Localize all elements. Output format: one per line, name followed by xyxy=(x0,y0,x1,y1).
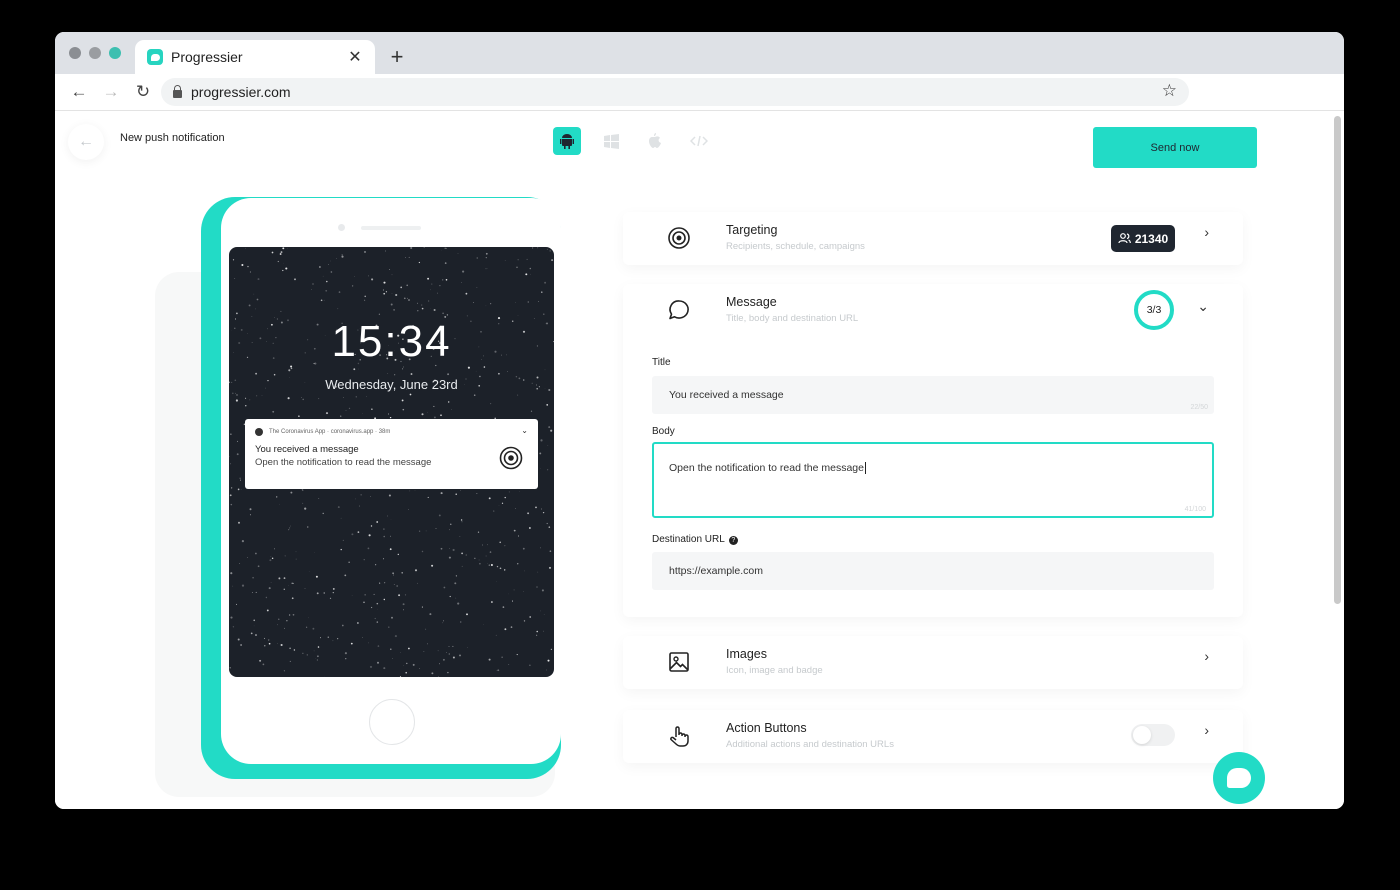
targeting-subtitle: Recipients, schedule, campaigns xyxy=(726,241,865,252)
notification-body: Open the notification to read the messag… xyxy=(255,457,432,468)
tab-strip: Progressier ✕ + xyxy=(55,32,1344,74)
images-subtitle: Icon, image and badge xyxy=(726,665,823,676)
android-icon[interactable] xyxy=(553,127,581,155)
send-now-button[interactable]: Send now xyxy=(1093,127,1257,168)
action-buttons-title: Action Buttons xyxy=(726,721,807,735)
back-arrow-icon: ← xyxy=(78,133,94,150)
body-label: Body xyxy=(652,426,675,437)
progressier-favicon-icon xyxy=(147,49,163,65)
destination-url-input[interactable]: https://example.com xyxy=(652,552,1214,590)
minimize-window-button[interactable] xyxy=(89,47,101,59)
users-icon xyxy=(1118,233,1131,244)
title-input[interactable]: You received a message 22/50 xyxy=(652,376,1214,414)
address-url: progressier.com xyxy=(191,84,291,100)
target-icon xyxy=(668,227,690,249)
lock-icon xyxy=(173,85,182,98)
images-panel[interactable]: Images Icon, image and badge › xyxy=(623,636,1243,689)
images-title: Images xyxy=(726,647,767,661)
toggle-knob xyxy=(1133,726,1151,744)
phone-camera xyxy=(338,224,345,231)
chevron-right-icon[interactable]: › xyxy=(1204,224,1209,240)
page-scrollbar[interactable] xyxy=(1334,116,1341,604)
forward-arrow-icon[interactable]: → xyxy=(101,82,121,102)
browser-toolbar: ← → ↻ progressier.com ☆ xyxy=(55,74,1344,111)
chevron-down-icon[interactable]: ⌄ xyxy=(1197,298,1209,315)
back-button[interactable]: ← xyxy=(68,124,104,160)
chat-bubble-icon xyxy=(669,300,689,320)
action-buttons-subtitle: Additional actions and destination URLs xyxy=(726,739,894,750)
page-title: New push notification xyxy=(120,132,225,144)
phone-speaker xyxy=(361,226,421,230)
new-tab-button[interactable]: + xyxy=(387,44,407,70)
message-panel: Message Title, body and destination URL … xyxy=(623,284,1243,617)
address-bar[interactable]: progressier.com ☆ xyxy=(161,78,1189,106)
body-textarea[interactable]: Open the notification to read the messag… xyxy=(652,442,1214,518)
targeting-panel[interactable]: Targeting Recipients, schedule, campaign… xyxy=(623,212,1243,265)
recipients-count: 21340 xyxy=(1134,231,1169,246)
code-icon[interactable] xyxy=(685,127,713,155)
platform-switcher xyxy=(553,127,713,155)
targeting-title: Targeting xyxy=(726,223,778,237)
chevron-right-icon[interactable]: › xyxy=(1204,648,1209,664)
phone-preview: 15:34 Wednesday, June 23rd The Coronavir… xyxy=(221,198,561,764)
message-subtitle: Title, body and destination URL xyxy=(726,313,859,324)
destination-url-value: https://example.com xyxy=(669,565,763,577)
message-title: Message xyxy=(726,295,777,309)
maximize-window-button[interactable] xyxy=(109,47,121,59)
notification-header: The Coronavirus App · coronavirus.app · … xyxy=(269,429,391,435)
tab-title: Progressier xyxy=(171,49,243,65)
reload-icon[interactable]: ↻ xyxy=(133,82,153,102)
phone-home-button xyxy=(369,699,415,745)
action-buttons-panel[interactable]: Action Buttons Additional actions and de… xyxy=(623,710,1243,763)
close-tab-icon[interactable]: ✕ xyxy=(347,47,363,67)
body-char-counter: 41/100 xyxy=(1184,506,1206,513)
title-label: Title xyxy=(652,357,671,368)
page-content: ← New push notification Send now 15:34 W… xyxy=(55,112,1344,809)
bookmark-star-icon[interactable]: ☆ xyxy=(1162,81,1177,101)
recipients-badge: 21340 xyxy=(1111,225,1175,252)
help-icon[interactable]: ? xyxy=(728,536,738,545)
lock-screen-date: Wednesday, June 23rd xyxy=(325,377,458,392)
completion-progress: 3/3 xyxy=(1134,290,1174,330)
phone-lock-screen: 15:34 Wednesday, June 23rd The Coronavir… xyxy=(229,247,554,677)
browser-tab[interactable]: Progressier ✕ xyxy=(135,40,375,74)
lock-screen-time: 15:34 xyxy=(331,317,452,366)
chevron-down-icon: ⌄ xyxy=(521,426,528,435)
app-icon xyxy=(255,428,263,436)
pointer-hand-icon xyxy=(670,726,689,747)
browser-window: Progressier ✕ + ← → ↻ progressier.com ☆ … xyxy=(55,32,1344,809)
chevron-right-icon[interactable]: › xyxy=(1204,722,1209,738)
destination-url-label-text: Destination URL xyxy=(652,534,725,545)
body-value: Open the notification to read the messag… xyxy=(669,462,864,474)
chat-widget-button[interactable] xyxy=(1213,752,1265,804)
notification-preview: The Coronavirus App · coronavirus.app · … xyxy=(245,419,538,489)
notification-title: You received a message xyxy=(255,444,359,455)
text-cursor xyxy=(864,462,866,474)
action-buttons-toggle[interactable] xyxy=(1131,724,1175,746)
title-value: You received a message xyxy=(669,389,784,401)
title-char-counter: 22/50 xyxy=(1190,404,1208,411)
window-controls xyxy=(69,47,121,59)
windows-icon[interactable] xyxy=(597,127,625,155)
target-icon xyxy=(499,446,523,470)
destination-url-label: Destination URL? xyxy=(652,534,738,545)
apple-icon[interactable] xyxy=(641,127,669,155)
image-icon xyxy=(669,652,689,672)
close-window-button[interactable] xyxy=(69,47,81,59)
chat-bubble-icon xyxy=(1227,768,1251,788)
back-arrow-icon[interactable]: ← xyxy=(69,82,89,102)
